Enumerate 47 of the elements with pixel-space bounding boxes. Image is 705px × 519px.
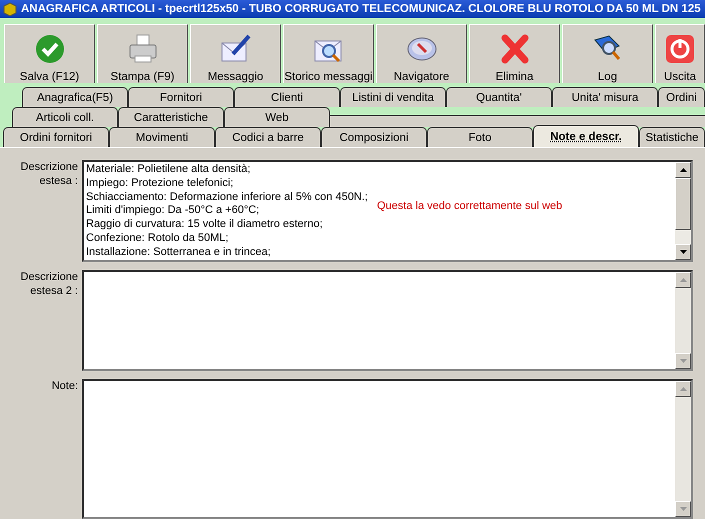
tab[interactable]: Ordini [658, 87, 705, 107]
text-line: Impiego: Protezione telefonici; [86, 176, 234, 191]
text-line: Limiti d'impiego: Da -50°C a +60°C; [86, 204, 260, 218]
toolbar-button[interactable]: Elimina [469, 24, 560, 83]
field-label: Descrizione estesa 2 : [20, 270, 78, 299]
text-line: Confezione: Rotolo da 50ML; [86, 232, 228, 246]
toolbar-button[interactable]: Messaggio [190, 24, 281, 83]
text-area[interactable] [82, 270, 693, 371]
text-line: Installazione: Sotterranea e in trincea; [86, 246, 271, 260]
tab[interactable]: Composizioni [321, 127, 427, 147]
tab[interactable]: Listini di vendita [340, 87, 446, 107]
toolbar-button[interactable]: Log [562, 24, 653, 83]
tab[interactable]: Anagrafica(F5) [22, 87, 128, 107]
scroll-down-arrow-icon [680, 359, 686, 363]
scroll-up-arrow-icon [680, 387, 686, 391]
scrollbar[interactable] [675, 162, 691, 260]
box-icon [3, 2, 17, 16]
scroll-up-arrow-icon [680, 168, 686, 172]
tab[interactable]: Unita' misura [552, 87, 658, 107]
toolbar-button[interactable]: Storico messaggi [283, 24, 374, 83]
field-label: Note: [50, 379, 78, 394]
tab[interactable]: Quantita' [446, 87, 552, 107]
field-label: Descrizione estesa : [20, 160, 78, 189]
toolbar-button[interactable]: Stampa (F9) [97, 24, 188, 83]
text-line: Materiale: Polietilene alta densità; [86, 163, 250, 177]
tab[interactable]: Web [224, 107, 330, 127]
text-line: Schiacciamento: Deformazione inferiore al 5% con 450N.; [86, 190, 368, 204]
tab[interactable]: Fornitori [128, 87, 234, 107]
scroll-down-arrow-icon [680, 250, 686, 254]
text-line: Raggio di curvatura: 15 volte il diametro esterno; [86, 218, 323, 232]
note-text: Questa la vedo correttamente sul web [377, 200, 562, 212]
window-title-text: ANAGRAFICA ARTICOLI - tpecrtl125x50 - TUBO CORRUGATO TELECOMUNICAZ. CLOLORE BLU ROTOLO DA 50 ML DN 125 [21, 2, 701, 15]
tab[interactable]: Statistiche [639, 127, 705, 147]
toolbar-button[interactable]: Uscita [655, 24, 705, 83]
toolbar-button[interactable]: Salva (F12) [4, 24, 95, 83]
toolbar-button[interactable]: Navigatore [376, 24, 467, 83]
tab[interactable]: Note e descr. [533, 125, 639, 147]
tab[interactable]: Foto [427, 127, 533, 147]
tab[interactable]: Caratteristiche [118, 107, 224, 127]
tab[interactable]: Movimenti [109, 127, 215, 147]
tab[interactable]: Ordini fornitori [3, 127, 109, 147]
scroll-down-arrow-icon [680, 507, 686, 511]
tab[interactable]: Clienti [234, 87, 340, 107]
tab[interactable]: Codici a barre [215, 127, 321, 147]
scroll-up-arrow-icon [680, 278, 686, 282]
tab[interactable]: Articoli coll. [12, 107, 118, 127]
text-area[interactable] [82, 160, 693, 262]
